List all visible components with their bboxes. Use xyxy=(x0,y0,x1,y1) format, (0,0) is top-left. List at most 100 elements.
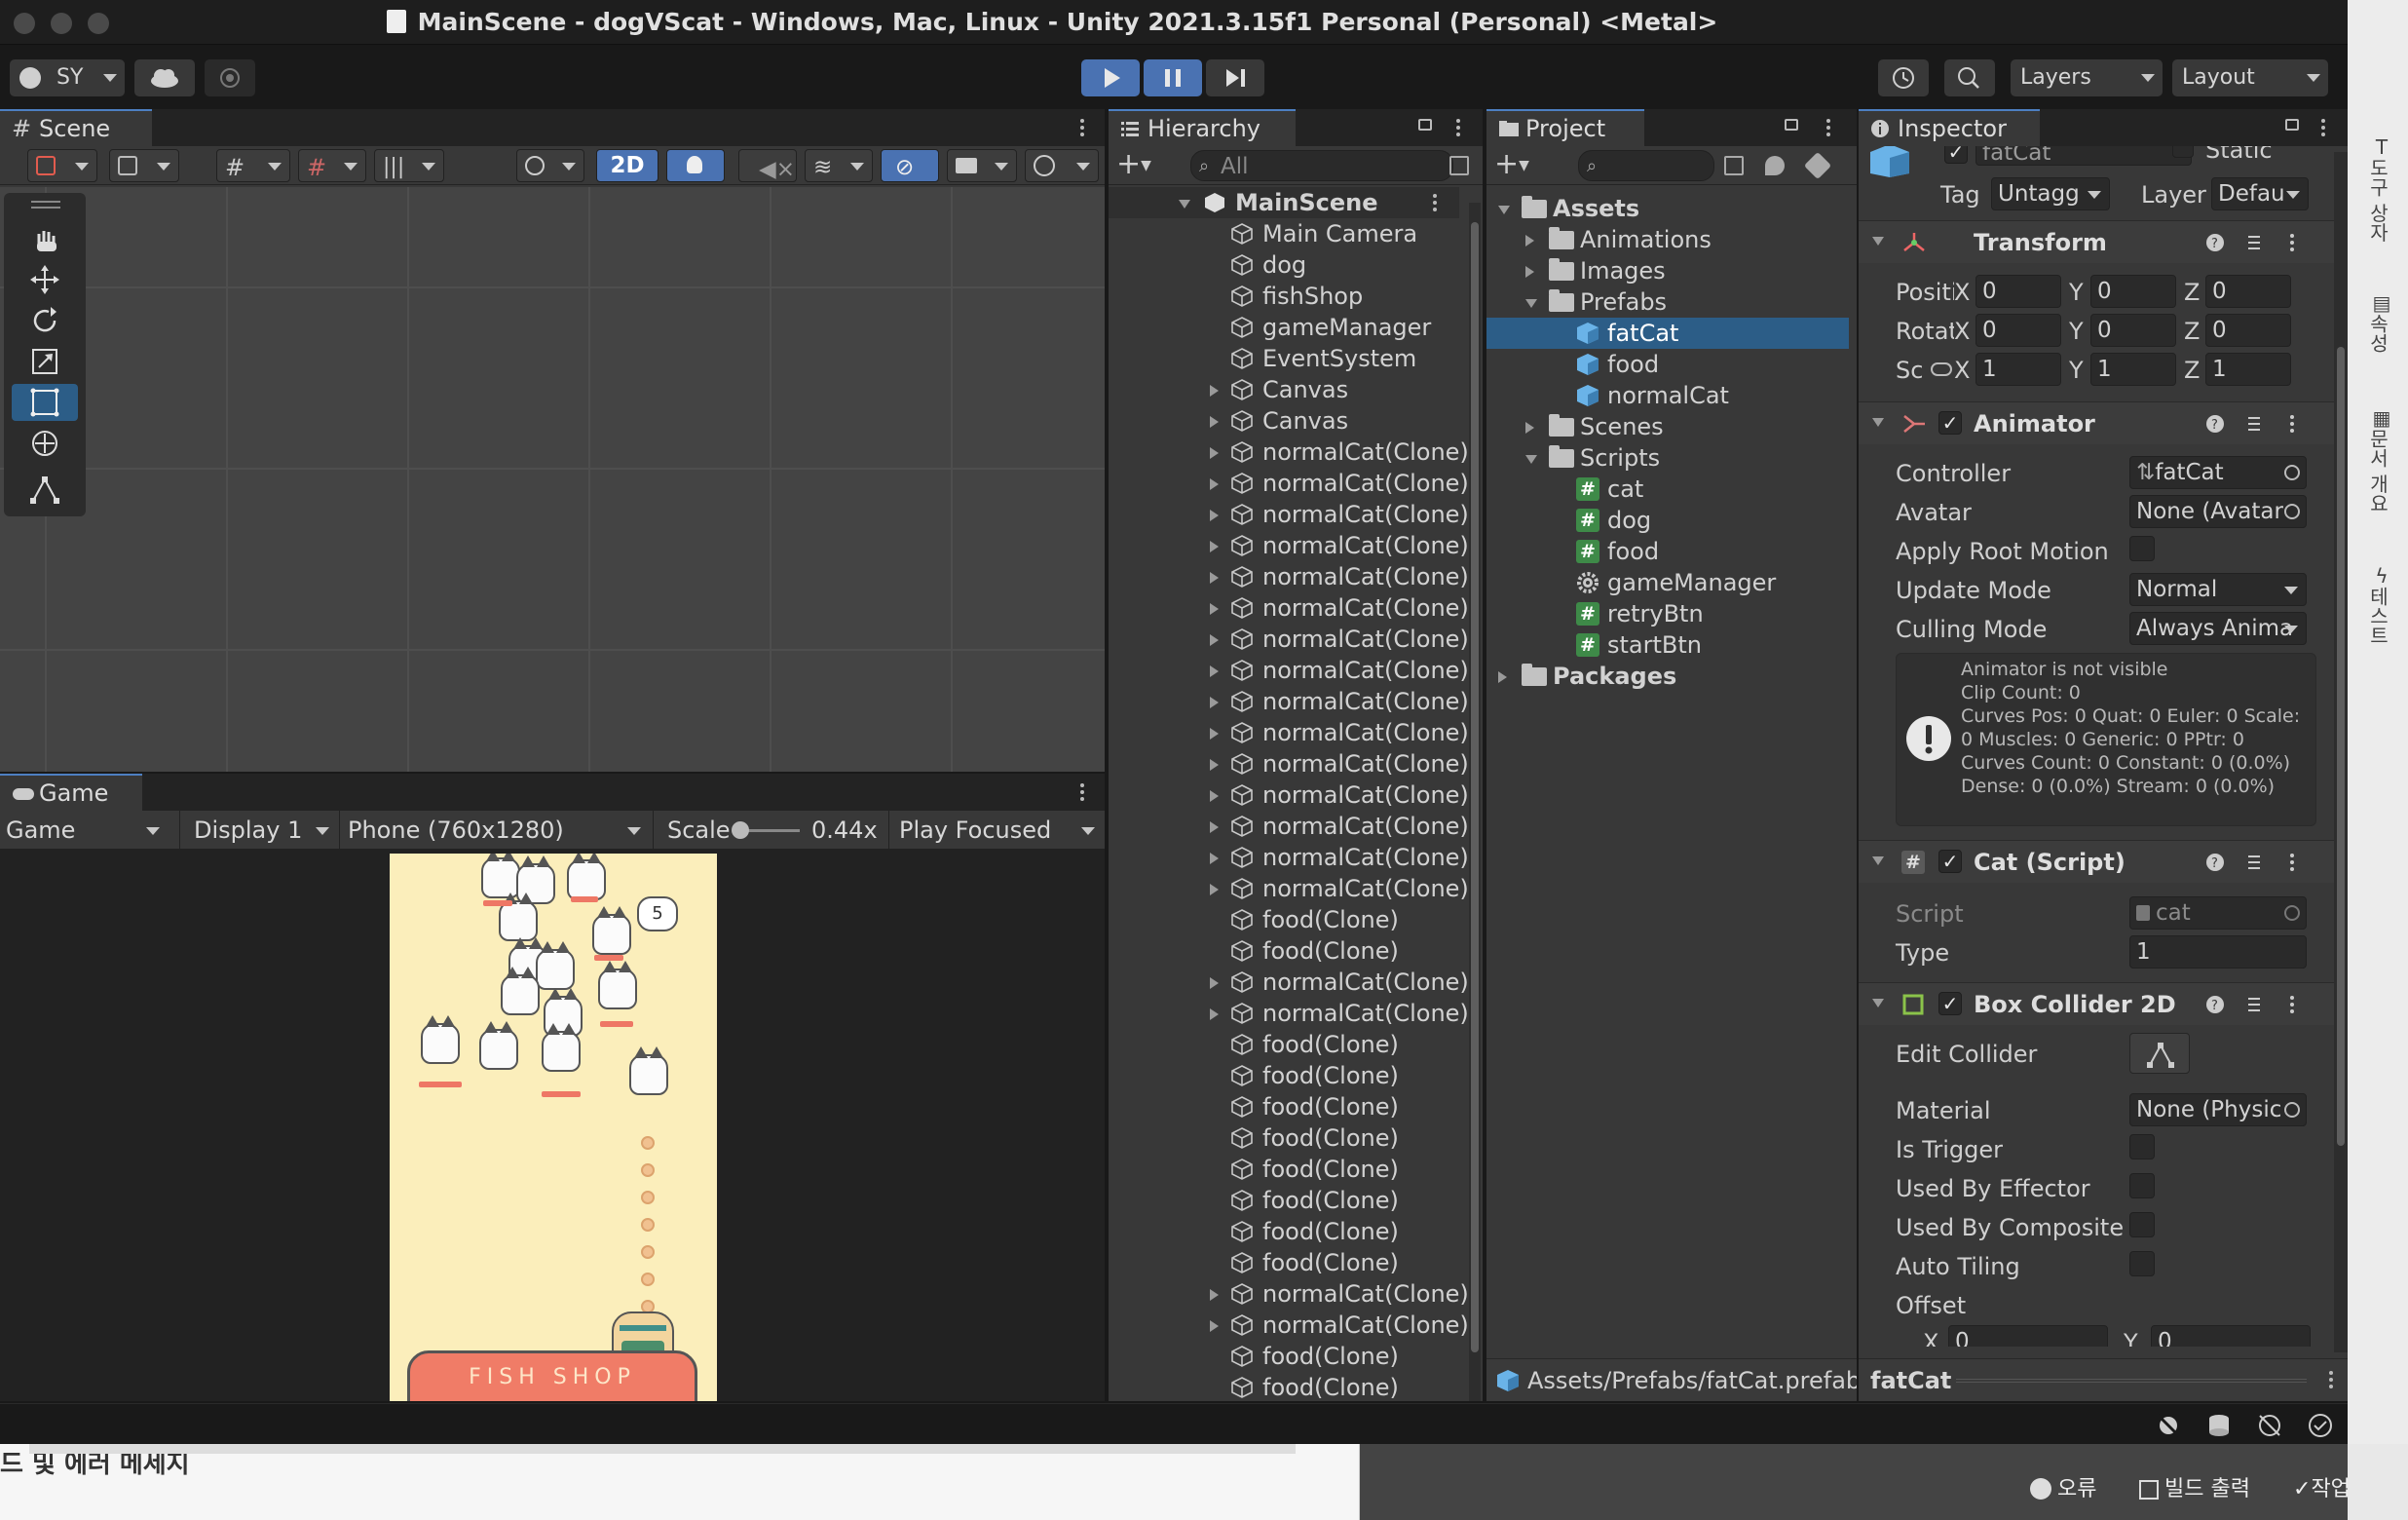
project-item-script[interactable]: # cat xyxy=(1486,474,1849,505)
hierarchy-item[interactable]: normalCat(Clone) xyxy=(1109,468,1469,499)
expand-arrow-icon[interactable] xyxy=(1210,1289,1219,1301)
background-build-tab[interactable]: 빌드 출력 xyxy=(2139,1471,2250,1510)
hierarchy-item[interactable]: normalCat(Clone) xyxy=(1109,1310,1469,1341)
tab-scene[interactable]: # Scene xyxy=(0,109,152,146)
is-trigger-checkbox[interactable] xyxy=(2129,1134,2155,1159)
project-item-prefab[interactable]: fatCat xyxy=(1486,318,1849,349)
expand-arrow-icon[interactable] xyxy=(1210,510,1219,521)
expand-arrow-icon[interactable] xyxy=(1210,541,1219,552)
transform-rotation-y-field[interactable]: 0 xyxy=(2090,314,2176,347)
sidebar-toolbox[interactable]: T 도구 상자 xyxy=(2366,136,2396,242)
shading-dropdown[interactable] xyxy=(516,149,584,182)
animator-header[interactable]: ✓ Animator ? xyxy=(1859,401,2334,444)
game-panel-menu-icon[interactable] xyxy=(1079,781,1085,803)
transform-tool[interactable] xyxy=(12,425,78,462)
project-item-folder-open[interactable]: Prefabs xyxy=(1486,286,1849,318)
expand-arrow-icon[interactable] xyxy=(1498,206,1510,214)
hierarchy-item[interactable]: normalCat(Clone) xyxy=(1109,811,1469,842)
object-name-field[interactable]: fatCat xyxy=(1975,146,2192,166)
culling-mode-dropdown[interactable]: Always Anima xyxy=(2129,612,2307,645)
hidden-objects-toggle[interactable]: ⊘ xyxy=(881,149,939,182)
transform-position-z-field[interactable]: 0 xyxy=(2205,275,2291,308)
search-by-type-icon[interactable] xyxy=(1724,156,1744,175)
hierarchy-item[interactable]: normalCat(Clone) xyxy=(1109,686,1469,717)
tab-project[interactable]: Project xyxy=(1486,109,1644,146)
rect-tool[interactable] xyxy=(12,384,78,421)
expand-arrow-icon[interactable] xyxy=(1210,853,1219,864)
hierarchy-item[interactable]: normalCat(Clone) xyxy=(1109,437,1469,468)
debug-off-icon[interactable] xyxy=(2155,1412,2182,1439)
hierarchy-item[interactable]: normalCat(Clone) xyxy=(1109,592,1469,624)
hierarchy-item[interactable]: normalCat(Clone) xyxy=(1109,873,1469,904)
scale-slider[interactable] xyxy=(732,821,800,839)
check-circle-icon[interactable] xyxy=(2307,1412,2334,1439)
expand-arrow-icon[interactable] xyxy=(1210,1008,1219,1020)
project-item-gear[interactable]: gameManager xyxy=(1486,567,1849,598)
project-item-prefab[interactable]: food xyxy=(1486,349,1849,380)
scale-slider-thumb[interactable] xyxy=(732,821,750,839)
constrain-proportions-icon[interactable] xyxy=(1931,362,1952,376)
transform-scale-z-field[interactable]: 1 xyxy=(2205,353,2291,386)
hierarchy-item[interactable]: dog xyxy=(1109,249,1459,281)
box-collider-enabled-checkbox[interactable]: ✓ xyxy=(1938,992,1962,1015)
inspector-scroll-thumb[interactable] xyxy=(2337,347,2345,1146)
display-dropdown[interactable]: Display 1 xyxy=(179,811,337,850)
account-dropdown[interactable]: SY xyxy=(10,59,125,96)
hierarchy-item[interactable]: food(Clone) xyxy=(1109,1247,1459,1278)
expand-arrow-icon[interactable] xyxy=(1210,977,1219,989)
resolution-dropdown[interactable]: Phone (760x1280) xyxy=(339,811,649,850)
sidebar-tests[interactable]: ϟ 테스트 xyxy=(2366,565,2396,645)
rotate-tool[interactable] xyxy=(12,302,78,339)
project-search-input[interactable]: ⌕ xyxy=(1578,150,1714,181)
hierarchy-item[interactable]: normalCat(Clone) xyxy=(1109,530,1469,561)
draw-mode-dropdown[interactable] xyxy=(27,149,97,182)
game-view-dropdown[interactable]: Game xyxy=(6,811,168,850)
edit-collider-button[interactable] xyxy=(2129,1033,2190,1074)
transform-scale-y-field[interactable]: 1 xyxy=(2090,353,2176,386)
preview-menu-icon[interactable] xyxy=(2328,1369,2334,1390)
auto-tiling-checkbox[interactable] xyxy=(2129,1251,2155,1276)
hierarchy-item[interactable]: normalCat(Clone) xyxy=(1109,842,1469,873)
project-item-folder-open[interactable]: Scripts xyxy=(1486,442,1849,474)
hierarchy-item[interactable]: normalCat(Clone) xyxy=(1109,748,1469,779)
project-item-folder[interactable]: Scenes xyxy=(1486,411,1849,442)
transform-position-x-field[interactable]: 0 xyxy=(1975,275,2061,308)
pause-button[interactable] xyxy=(1144,59,1202,96)
expand-arrow-icon[interactable] xyxy=(1525,422,1534,434)
hierarchy-item[interactable]: gameManager xyxy=(1109,312,1459,343)
expand-arrow-icon[interactable] xyxy=(1210,634,1219,646)
hierarchy-scrollbar[interactable] xyxy=(1469,203,1481,1401)
hierarchy-item[interactable]: food(Clone) xyxy=(1109,935,1459,967)
inspector-preview-bar[interactable]: fatCat xyxy=(1859,1358,2348,1401)
expand-arrow-icon[interactable] xyxy=(1210,572,1219,584)
active-checkbox[interactable]: ✓ xyxy=(1944,146,1968,164)
apply-root-motion-checkbox[interactable] xyxy=(2129,536,2155,561)
create-button[interactable]: +▼ xyxy=(1116,150,1167,181)
preview-resize-handle[interactable] xyxy=(1956,1379,2307,1383)
animator-enabled-checkbox[interactable]: ✓ xyxy=(1938,411,1962,435)
scene-visibility-icon[interactable] xyxy=(1449,156,1469,175)
hierarchy-item[interactable]: food(Clone) xyxy=(1109,1091,1459,1122)
project-item-script[interactable]: # retryBtn xyxy=(1486,598,1849,629)
update-mode-dropdown[interactable]: Normal xyxy=(2129,573,2307,606)
favorite-tag-icon[interactable] xyxy=(1803,151,1832,180)
step-button[interactable] xyxy=(1206,59,1264,96)
audio-toggle[interactable]: ◀× xyxy=(738,149,797,182)
transform-scale-x-field[interactable]: 1 xyxy=(1975,353,2061,386)
hierarchy-item[interactable]: food(Clone) xyxy=(1109,1060,1459,1091)
component-icons[interactable]: ? xyxy=(2203,412,2330,436)
box-collider-header[interactable]: ✓ Box Collider 2D ? xyxy=(1859,982,2334,1025)
background-error-tab[interactable]: 오류 xyxy=(2030,1471,2096,1510)
search-by-label-icon[interactable] xyxy=(1765,156,1785,175)
lock-icon[interactable] xyxy=(1418,119,1432,131)
expand-arrow-icon[interactable] xyxy=(1525,266,1534,278)
cat-script-enabled-checkbox[interactable]: ✓ xyxy=(1938,850,1962,873)
expand-arrow-icon[interactable] xyxy=(1210,603,1219,615)
effects-dropdown[interactable]: ≋ xyxy=(805,149,873,182)
search-button[interactable] xyxy=(1944,59,1995,96)
hierarchy-item[interactable]: normalCat(Clone) xyxy=(1109,967,1469,998)
inspector-menu-icon[interactable] xyxy=(2320,117,2326,138)
hierarchy-item[interactable]: normalCat(Clone) xyxy=(1109,624,1469,655)
hierarchy-item[interactable]: food(Clone) xyxy=(1109,1029,1459,1060)
network-off-icon[interactable] xyxy=(2256,1412,2283,1439)
